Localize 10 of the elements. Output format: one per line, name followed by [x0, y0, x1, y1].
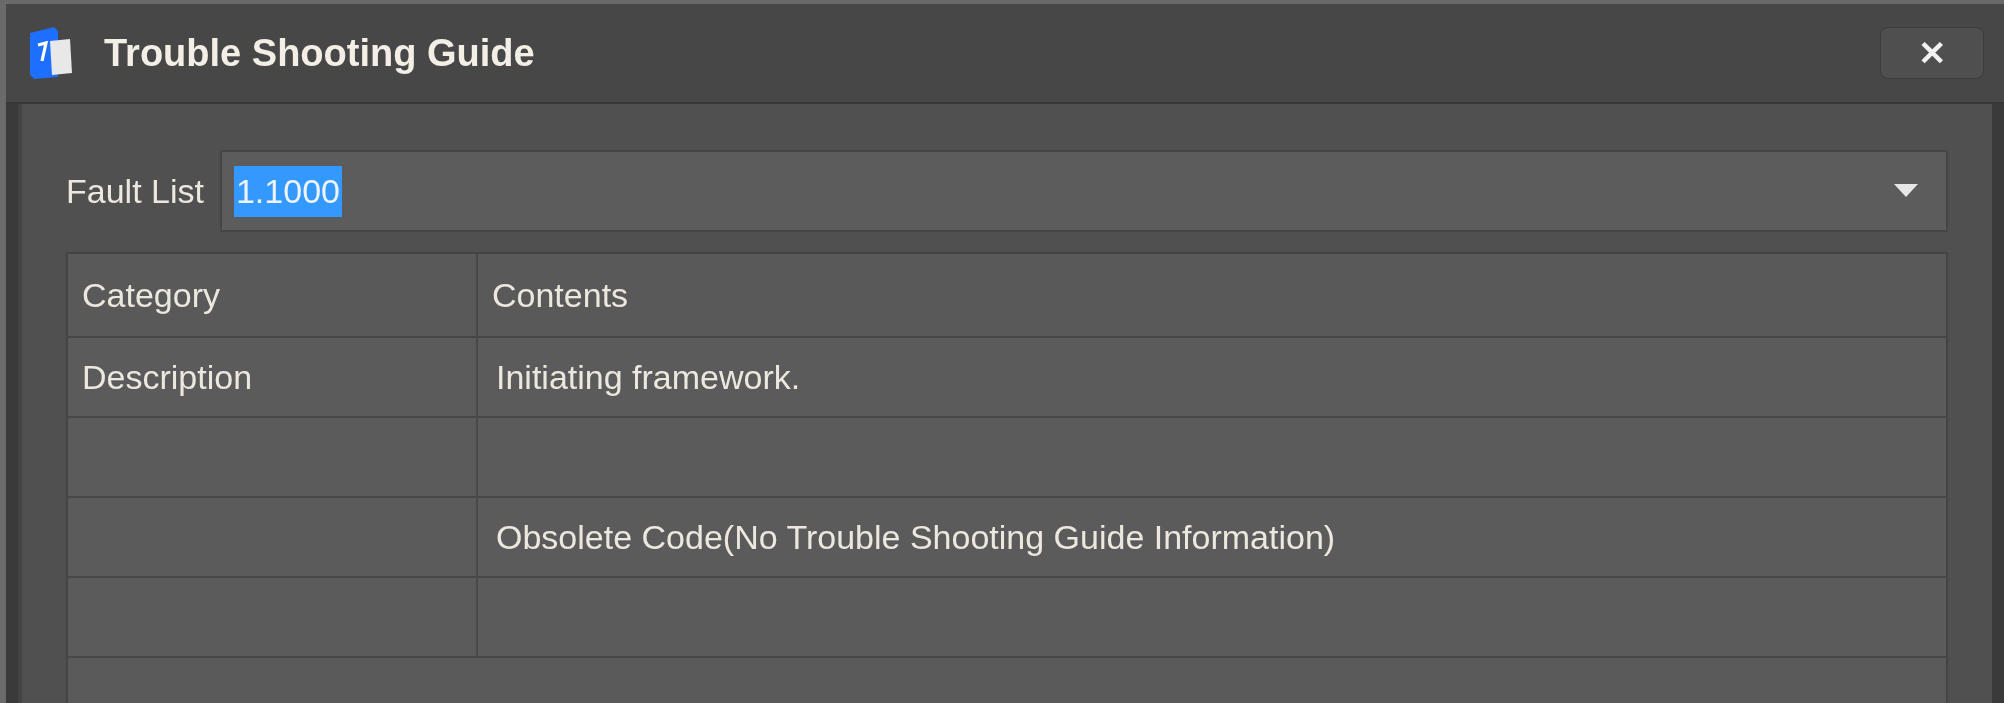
column-header: Category	[68, 254, 478, 336]
table-cell-text: Obsolete Code(No Trouble Shooting Guide Information)	[495, 516, 1337, 558]
table-cell-text: Initiating framework.	[495, 356, 802, 398]
window-title: Trouble Shooting Guide	[104, 30, 536, 76]
fault-list-label: Fault List	[66, 170, 204, 212]
table-cell: Description	[68, 338, 478, 416]
close-button[interactable]: ✕	[1880, 27, 1984, 79]
dropdown-caret-icon	[1894, 184, 1918, 198]
fault-list-value: 1.1000	[233, 165, 342, 217]
column-header: Contents	[491, 274, 630, 316]
